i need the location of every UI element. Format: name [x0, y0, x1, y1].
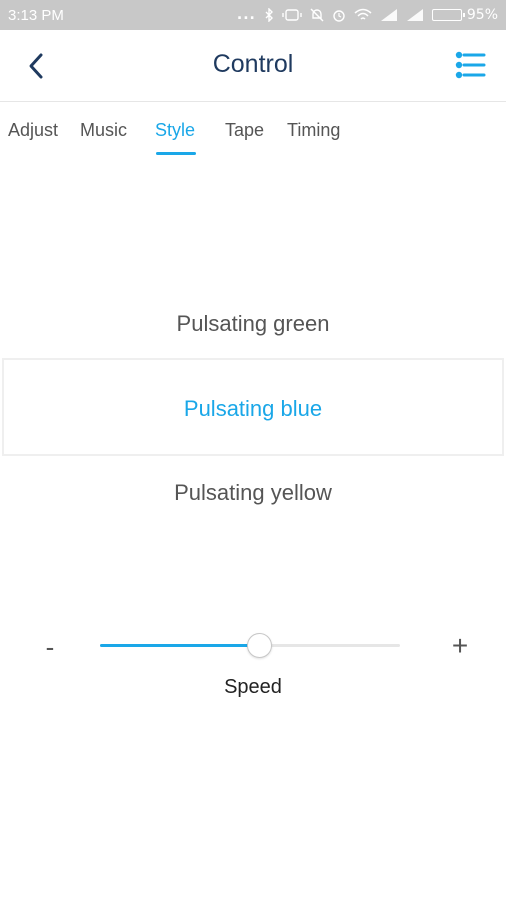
tab-tape[interactable]: Tape	[225, 120, 264, 141]
bluetooth-icon	[264, 8, 274, 22]
speed-label: Speed	[224, 676, 282, 698]
page-title: Control	[212, 50, 294, 78]
menu-button[interactable]	[454, 48, 488, 82]
more-dots-icon: ...	[236, 7, 256, 23]
active-tab-indicator	[156, 152, 196, 155]
slider-thumb[interactable]	[247, 633, 272, 658]
speed-decrease-button[interactable]: -	[42, 632, 58, 663]
wifi-icon	[354, 8, 372, 22]
style-option-yellow[interactable]: Pulsating yellow	[0, 480, 506, 506]
status-icons: ... 95%	[237, 7, 498, 23]
status-bar: 3:13 PM ... 95%	[0, 0, 506, 30]
header: Control	[0, 30, 506, 102]
signal-icon	[380, 8, 398, 22]
status-time: 3:13 PM	[8, 6, 64, 24]
style-option-green[interactable]: Pulsating green	[0, 311, 506, 337]
slider-fill	[100, 644, 259, 647]
signal-icon	[406, 8, 424, 22]
tab-bar: Adjust Music Style Tape Timing	[0, 112, 506, 160]
tab-music[interactable]: Music	[80, 120, 127, 141]
settings-list-icon	[455, 51, 486, 79]
tab-timing[interactable]: Timing	[287, 120, 340, 141]
speed-slider[interactable]	[100, 632, 400, 658]
alarm-icon	[332, 8, 346, 22]
battery-icon: 95%	[431, 7, 498, 23]
vibrate-icon	[282, 8, 302, 22]
selected-style-row: Pulsating blue	[2, 358, 504, 456]
style-option-blue[interactable]: Pulsating blue	[4, 396, 502, 422]
speed-increase-button[interactable]: +	[447, 630, 473, 662]
battery-percent: 95%	[466, 7, 498, 23]
mute-icon	[310, 8, 324, 22]
tab-style[interactable]: Style	[155, 120, 195, 141]
tab-adjust[interactable]: Adjust	[8, 120, 58, 141]
